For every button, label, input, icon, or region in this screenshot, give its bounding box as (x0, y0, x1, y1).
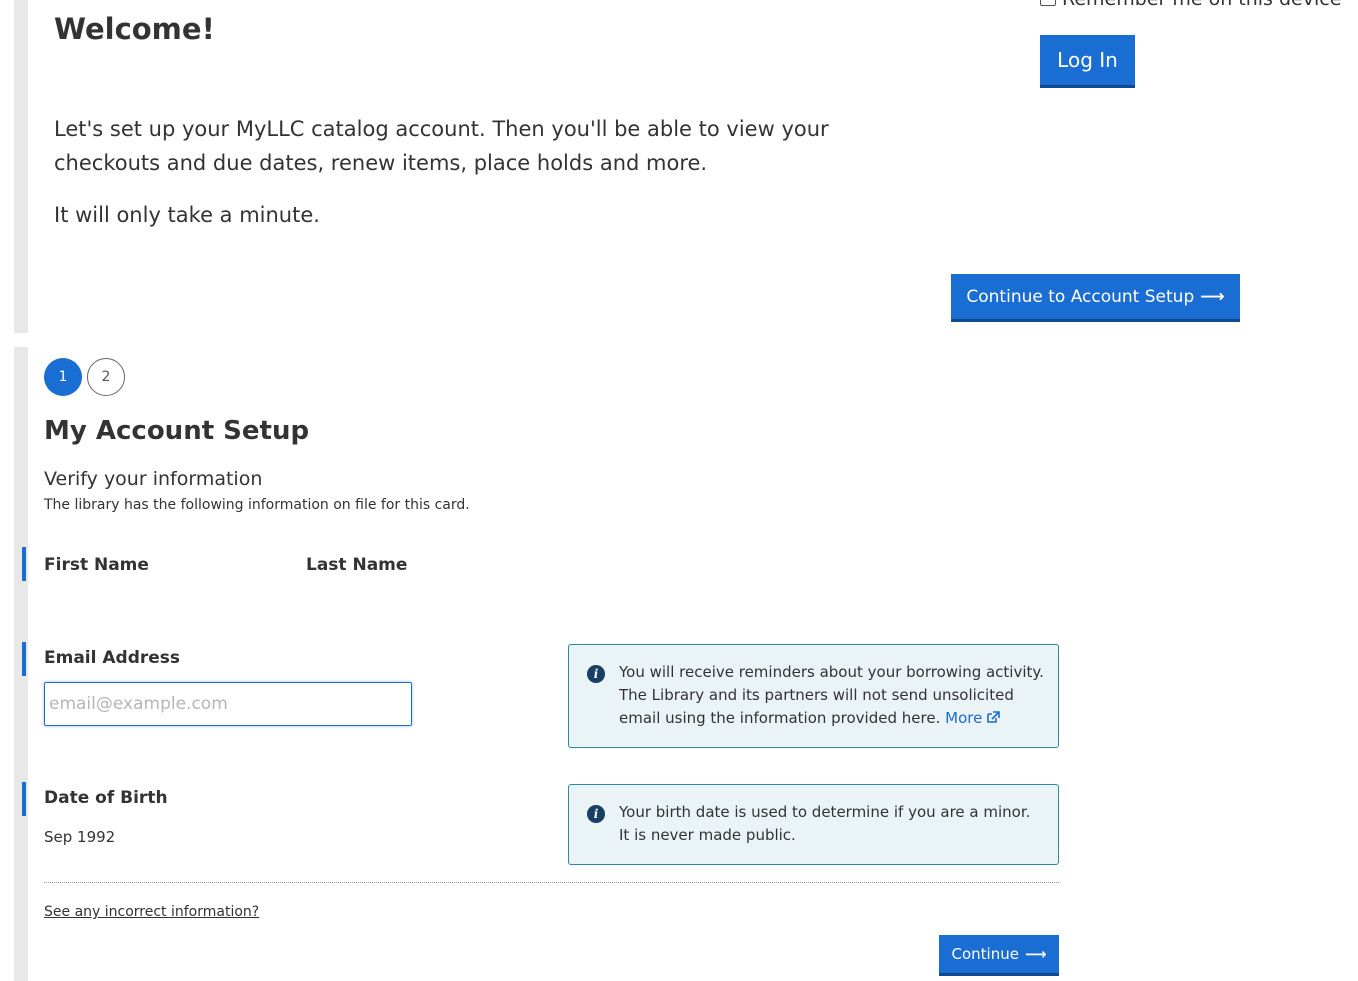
continue-button[interactable]: Continue ⟶ (939, 935, 1059, 976)
step-indicator-2: 2 (87, 358, 125, 396)
external-link-icon (987, 711, 1001, 723)
email-label: Email Address (44, 648, 181, 668)
welcome-intro: Let's set up your MyLLC catalog account.… (54, 117, 829, 175)
welcome-minute-note: It will only take a minute. (54, 203, 320, 227)
name-field-bar (22, 547, 26, 581)
step-indicator-1: 1 (44, 358, 82, 396)
checkbox-icon[interactable] (1040, 0, 1056, 6)
dob-info-box: i Your birth date is used to determine i… (568, 784, 1059, 865)
welcome-title: Welcome! (54, 12, 215, 46)
account-setup-title: My Account Setup (44, 416, 310, 446)
dob-value: Sep 1992 (44, 828, 116, 846)
page: Remember me on this device Log In Welcom… (0, 0, 1358, 981)
verify-heading: Verify your information (44, 468, 263, 490)
continue-to-account-setup-label: Continue to Account Setup (966, 286, 1195, 307)
info-icon: i (587, 665, 605, 683)
arrow-right-icon: ⟶ (1200, 286, 1225, 307)
login-button[interactable]: Log In (1040, 35, 1135, 88)
first-name-label: First Name (44, 555, 149, 575)
incorrect-information-link[interactable]: See any incorrect information? (44, 904, 259, 920)
more-link[interactable]: More (945, 709, 1001, 727)
info-icon: i (587, 805, 605, 823)
continue-to-account-setup-button[interactable]: Continue to Account Setup ⟶ (951, 274, 1240, 322)
more-link-label: More (945, 709, 983, 727)
dob-label: Date of Birth (44, 788, 168, 808)
email-field-bar (22, 642, 26, 676)
background-page-edge (14, 0, 28, 333)
email-input[interactable] (44, 682, 412, 726)
email-info-box: i You will receive reminders about your … (568, 644, 1059, 748)
dob-field-bar (22, 782, 26, 816)
verify-subtext: The library has the following informatio… (44, 497, 470, 513)
dob-info-text: Your birth date is used to determine if … (619, 803, 1031, 844)
remember-me-label: Remember me on this device (1062, 0, 1341, 10)
continue-label: Continue (951, 945, 1019, 963)
last-name-label: Last Name (306, 555, 408, 575)
remember-me[interactable]: Remember me on this device (1040, 0, 1341, 10)
arrow-right-icon: ⟶ (1024, 945, 1047, 963)
divider (44, 882, 1059, 883)
